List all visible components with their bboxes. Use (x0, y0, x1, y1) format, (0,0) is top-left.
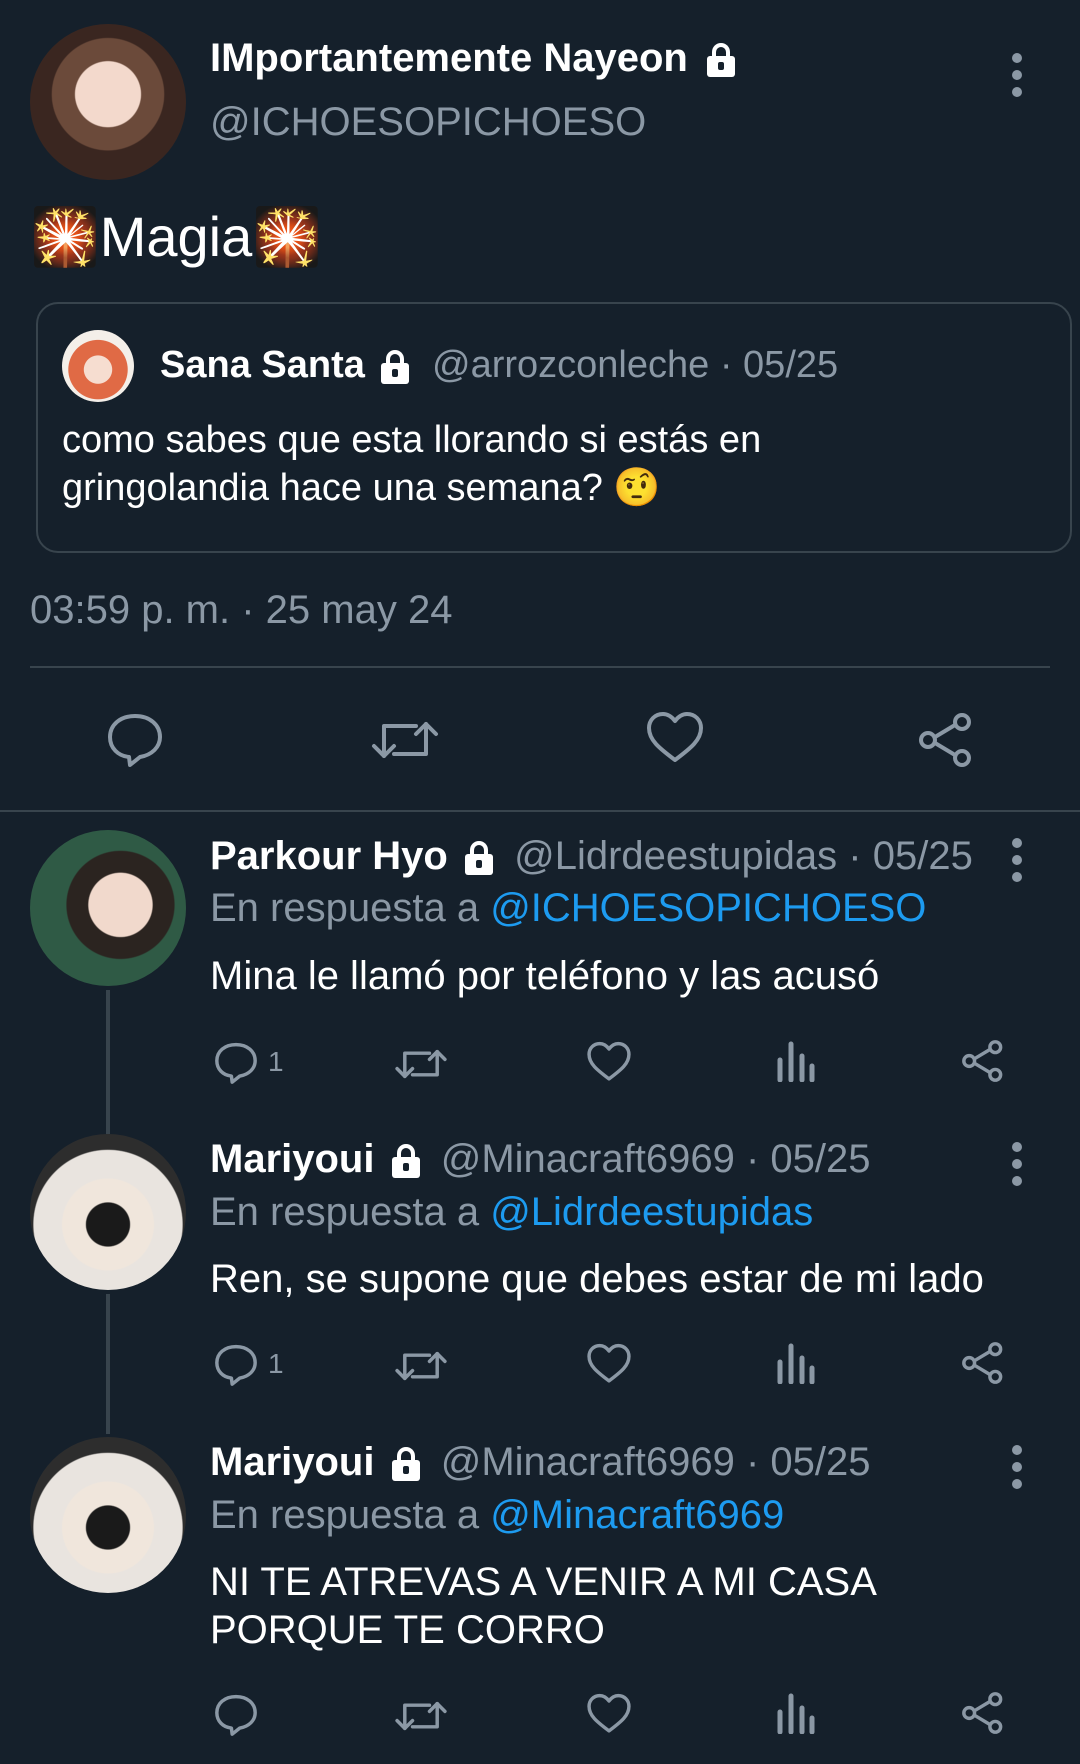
reply-to-mention[interactable]: @Lidrdeestupidas (490, 1190, 813, 1234)
reply-date[interactable]: 05/25 (770, 1440, 870, 1484)
reply-author-name[interactable]: Parkour Hyo (210, 834, 448, 878)
lock-icon (379, 349, 411, 384)
reply-prefix: En respuesta a (210, 886, 480, 930)
more-options-icon[interactable] (1010, 1142, 1024, 1186)
date-separator: · (745, 1137, 760, 1181)
more-options-icon[interactable] (1010, 1445, 1024, 1489)
divider (30, 666, 1050, 668)
date-separator: · (745, 1440, 760, 1484)
reply-date[interactable]: 05/25 (873, 834, 973, 878)
more-options-icon[interactable] (1010, 53, 1024, 97)
reply-text: NI TE ATREVAS A VENIR A MI CASA PORQUE T… (210, 1558, 877, 1654)
share-icon[interactable] (960, 1690, 1006, 1736)
lock-icon (705, 43, 737, 78)
reply-author-name[interactable]: Mariyoui (210, 1137, 374, 1181)
fireworks-emoji: 🎇 (30, 205, 100, 268)
reply-to-line: En respuesta a @Lidrdeestupidas (210, 1190, 813, 1235)
reply-to-line: En respuesta a @Minacraft6969 (210, 1493, 784, 1538)
raised-eyebrow-emoji: 🤨 (613, 467, 661, 509)
reply-text: Mina le llamó por teléfono y las acusó (210, 954, 880, 998)
reply-count: 1 (268, 1046, 284, 1077)
like-icon[interactable] (586, 1040, 632, 1084)
author-handle[interactable]: @ICHOESOPICHOESO (210, 100, 646, 145)
reply-icon[interactable] (212, 1342, 260, 1388)
lock-icon (463, 841, 495, 876)
like-icon[interactable] (645, 710, 705, 766)
quote-text-line: como sabes que esta llorando si estás en (62, 419, 762, 461)
reply-author-avatar[interactable] (30, 830, 186, 986)
tweet-text-body: Magia (99, 205, 253, 268)
retweet-icon[interactable] (394, 1344, 448, 1388)
divider (0, 810, 1080, 812)
reply-text-line: NI TE ATREVAS A VENIR A MI CASA (210, 1560, 877, 1604)
reply-header: Mariyoui @Minacraft6969 · 05/25 (210, 1440, 871, 1485)
analytics-icon[interactable] (776, 1692, 816, 1734)
reply-text: Ren, se supone que debes estar de mi lad… (210, 1257, 984, 1301)
share-icon[interactable] (960, 1340, 1006, 1386)
lock-icon (390, 1447, 422, 1482)
author-name[interactable]: IMportantemente Nayeon (210, 36, 688, 80)
reply-date[interactable]: 05/25 (770, 1137, 870, 1181)
quote-author-handle: @arrozconleche (432, 344, 710, 386)
reply-to-mention[interactable]: @ICHOESOPICHOESO (490, 886, 926, 930)
thread-line (106, 990, 110, 1134)
tweet-timestamp[interactable]: 03:59 p. m. · 25 may 24 (30, 588, 452, 633)
date-separator: · (719, 344, 733, 386)
reply-author-handle[interactable]: @Lidrdeestupidas (514, 834, 837, 878)
quote-text-line: gringolandia hace una semana? 🤨 (62, 467, 661, 509)
reply-icon[interactable] (212, 1040, 260, 1086)
quoted-tweet[interactable]: Sana Santa @arrozconleche · 05/25 como s… (36, 302, 1072, 553)
quote-date: 05/25 (743, 344, 839, 386)
quote-header: Sana Santa @arrozconleche · 05/25 (160, 344, 838, 387)
lock-icon (390, 1144, 422, 1179)
reply-author-name[interactable]: Mariyoui (210, 1440, 374, 1484)
analytics-icon[interactable] (776, 1342, 816, 1384)
reply-author-handle[interactable]: @Minacraft6969 (441, 1440, 735, 1484)
reply-header: Mariyoui @Minacraft6969 · 05/25 (210, 1137, 871, 1182)
like-icon[interactable] (586, 1342, 632, 1386)
thread-line (106, 1294, 110, 1434)
reply-author-avatar[interactable] (30, 1134, 186, 1290)
reply-to-line: En respuesta a @ICHOESOPICHOESO (210, 886, 926, 931)
retweet-icon[interactable] (370, 712, 440, 768)
reply-icon[interactable] (212, 1692, 260, 1738)
reply-text-line: PORQUE TE CORRO (210, 1608, 605, 1652)
fireworks-emoji: 🎇 (252, 205, 322, 268)
retweet-icon[interactable] (394, 1694, 448, 1738)
retweet-icon[interactable] (394, 1042, 448, 1086)
quote-text: como sabes que esta llorando si estás en… (62, 416, 761, 512)
reply-to-mention[interactable]: @Minacraft6969 (490, 1493, 784, 1537)
reply-icon[interactable] (104, 710, 166, 770)
share-icon[interactable] (916, 710, 976, 770)
reply-header: Parkour Hyo @Lidrdeestupidas · 05/25 (210, 834, 973, 879)
author-avatar[interactable] (30, 24, 186, 180)
like-icon[interactable] (586, 1692, 632, 1736)
quote-author-avatar (62, 330, 134, 402)
reply-author-handle[interactable]: @Minacraft6969 (441, 1137, 735, 1181)
reply-author-avatar[interactable] (30, 1437, 186, 1593)
analytics-icon[interactable] (776, 1040, 816, 1082)
date-separator: · (848, 834, 862, 878)
reply-count: 1 (268, 1348, 284, 1379)
share-icon[interactable] (960, 1038, 1006, 1084)
reply-prefix: En respuesta a (210, 1493, 480, 1537)
reply-prefix: En respuesta a (210, 1190, 480, 1234)
main-tweet: IMportantemente Nayeon @ICHOESOPICHOESO … (0, 0, 1080, 812)
author-name-row[interactable]: IMportantemente Nayeon (210, 36, 737, 81)
quote-author-name: Sana Santa (160, 344, 365, 386)
tweet-text: 🎇Magia🎇 (30, 205, 322, 269)
more-options-icon[interactable] (1010, 838, 1024, 882)
